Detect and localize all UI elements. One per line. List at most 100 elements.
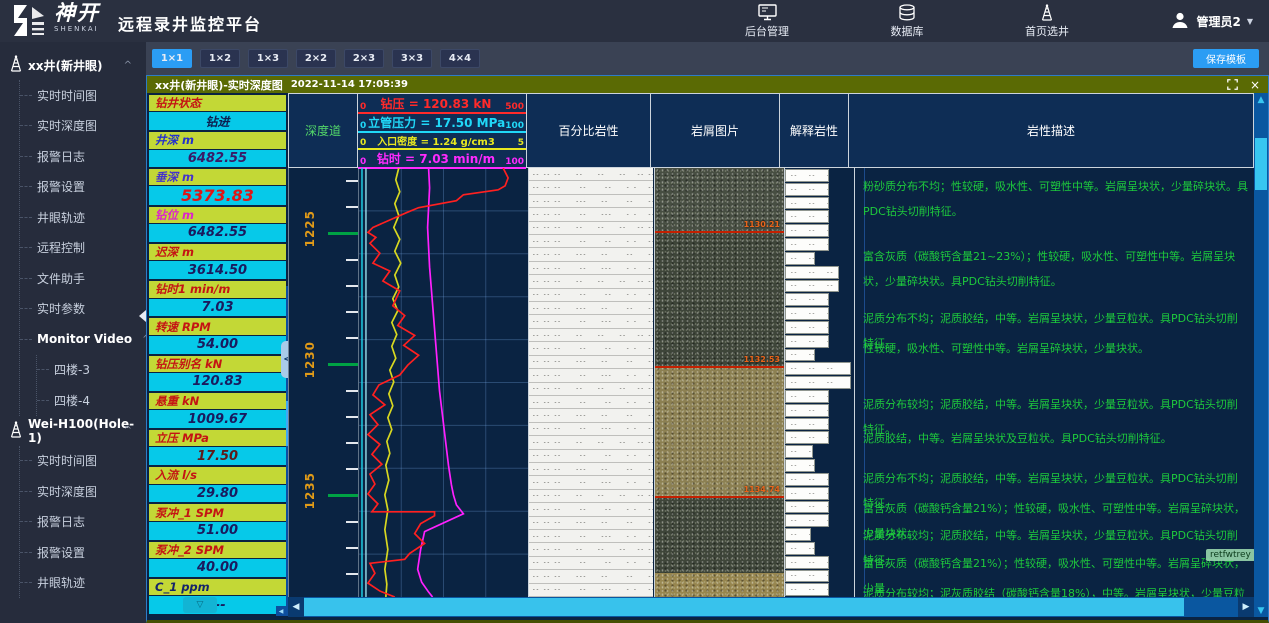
litho-description-11: 泥质分布较均；泥灰质胶结（碳酸钙含量18%），中等。岩屑呈块状，少量豆粒状。具P…	[863, 581, 1248, 597]
sidebar-item-四楼-3[interactable]: 四楼-3	[37, 355, 146, 386]
layout-button-2x2[interactable]: 2×2	[296, 49, 336, 68]
param-scroll-left-icon[interactable]: ◀	[276, 606, 286, 616]
litho-percent-row: -- -- -- -- --- - - -- -- --	[529, 530, 653, 543]
sidebar-item-报警设置[interactable]: 报警设置	[20, 172, 146, 203]
interp-litho-cell: -- -- --	[785, 210, 829, 223]
param-label: 钻井状态	[149, 95, 286, 111]
user-menu[interactable]: 管理员2▼	[1170, 10, 1253, 33]
vertical-scrollbar[interactable]: ▲ ▼	[1254, 93, 1268, 617]
layout-button-4x4[interactable]: 4×4	[440, 49, 480, 68]
litho-percent-row: -- -- -- -- --- - - -- -- --	[529, 369, 653, 382]
curve-scale-max: 100	[505, 121, 524, 131]
sidebar-item-label: 报警设置	[37, 178, 85, 195]
derrick-icon	[1039, 4, 1055, 21]
app: 神开 SHENKAI 远程录井监控平台 后台管理数据库首页选井管理员2▼ 保存模…	[0, 0, 1269, 623]
litho-percent-row: -- -- -- --- -- -- -- -- --	[529, 248, 653, 261]
interp-litho-cell: -- -- --	[785, 376, 851, 389]
litho-percent-row: -- -- -- --- -- -- -- -- --	[529, 302, 653, 315]
curve-track	[358, 168, 528, 597]
litho-percent-row: -- -- -- -- -- -- -- -- --	[529, 329, 653, 342]
scroll-left-icon[interactable]: ◀	[288, 597, 304, 617]
interp-litho-cell: -- -- --	[785, 390, 829, 403]
litho-percent-row: -- -- -- -- -- - - -- -- --	[529, 557, 653, 570]
interp-litho-row: -- -- --	[785, 528, 854, 541]
interp-litho-row: -- -- --	[785, 349, 854, 362]
sidebar-item-远程控制[interactable]: 远程控制	[20, 233, 146, 264]
scroll-right-icon[interactable]: ▶	[1238, 597, 1254, 617]
interp-litho-cell: -- -- --	[785, 459, 815, 472]
sidebar-item-实时深度图[interactable]: 实时深度图	[20, 111, 146, 142]
user-icon	[1170, 10, 1190, 33]
nav-item-1[interactable]: 后台管理	[745, 4, 789, 39]
sidebar-item-井眼轨迹[interactable]: 井眼轨迹	[20, 568, 146, 599]
litho-description-1: 粉砂质分布不均；性较硬，吸水性、可塑性中等。岩屑呈块状，少量碎块状。具PDC钻头…	[863, 174, 1248, 224]
sidebar-item-label: 报警设置	[37, 544, 85, 561]
well-tree-items: 实时时间图实时深度图报警日志报警设置井眼轨迹	[19, 446, 146, 599]
sidebar-item-label: 实时时间图	[37, 87, 97, 104]
sidebar-item-label: 实时深度图	[37, 117, 97, 134]
interp-litho-row: -- -- --	[785, 514, 854, 527]
layout-button-3x3[interactable]: 3×3	[392, 49, 432, 68]
litho-percent-row: -- -- -- -- -- -- -- -- --	[529, 490, 653, 503]
nav-item-3[interactable]: 首页选井	[1025, 4, 1069, 39]
sidebar-item-四楼-4[interactable]: 四楼-4	[37, 385, 146, 416]
interp-litho-cell: -- -- --	[785, 514, 829, 527]
depth-minor-tick	[346, 259, 358, 261]
depth-minor-tick	[346, 547, 358, 549]
sidebar-item-实时参数[interactable]: 实时参数	[20, 294, 146, 325]
depth-log-chart: 深度道 0钻压 = 120.83 kN5000立管压力 = 17.50 MPa1…	[288, 93, 1254, 617]
sidebar-well-2[interactable]: Wei-H100(Hole-1)^	[0, 416, 146, 446]
sidebar-item-实时深度图[interactable]: 实时深度图	[20, 476, 146, 507]
curve-plot	[359, 168, 528, 597]
sidebar-item-label: 井眼轨迹	[37, 209, 85, 226]
sidebar-well-1[interactable]: xx井(新井眼)^	[0, 50, 146, 80]
fullscreen-icon[interactable]	[1227, 79, 1238, 90]
sidebar-item-报警日志[interactable]: 报警日志	[20, 507, 146, 538]
param-value: ---▽	[149, 596, 286, 614]
interp-litho-row: -- -- --	[785, 238, 854, 251]
close-icon[interactable]: ×	[1250, 79, 1260, 91]
group-children: 四楼-3 四楼-4	[36, 355, 146, 416]
sidebar-item-label: 四楼-3	[54, 361, 90, 378]
well-tree-items: 实时时间图实时深度图报警日志报警设置井眼轨迹远程控制文件助手实时参数Monito…	[19, 80, 146, 416]
vertical-scrollbar-thumb[interactable]	[1255, 138, 1267, 190]
horizontal-scrollbar[interactable]: ◀ ▶	[288, 597, 1254, 617]
top-nav: 后台管理 数据库 首页选井 管理员2▼	[745, 4, 1253, 39]
sidebar-item-实时时间图[interactable]: 实时时间图	[20, 80, 146, 111]
horizontal-scrollbar-thumb[interactable]	[304, 598, 1184, 616]
sidebar-item-label: 远程控制	[37, 239, 85, 256]
sidebar-collapse-arrow-icon[interactable]	[139, 310, 146, 322]
sidebar-item-label: 实时深度图	[37, 483, 97, 500]
layout-button-2x3[interactable]: 2×3	[344, 49, 384, 68]
sidebar-item-Monitor Video[interactable]: Monitor Video^	[20, 324, 146, 355]
cuttings-photo-section	[655, 366, 784, 496]
interp-litho-row: -- -- --	[785, 459, 854, 472]
layout-button-1x2[interactable]: 1×2	[200, 49, 240, 68]
scroll-up-icon[interactable]: ▲	[1254, 93, 1268, 106]
sidebar-item-实时时间图[interactable]: 实时时间图	[20, 446, 146, 477]
save-template-button[interactable]: 保存模板	[1193, 49, 1259, 68]
sidebar-item-报警日志[interactable]: 报警日志	[20, 141, 146, 172]
depth-label: 1225	[303, 210, 317, 247]
layout-button-1x3[interactable]: 1×3	[248, 49, 288, 68]
sidebar-item-label: 报警日志	[37, 513, 85, 530]
litho-description-column: 粉砂质分布不均；性较硬，吸水性、可塑性中等。岩屑呈块状，少量碎块状。具PDC钻头…	[854, 168, 1254, 597]
scroll-down-icon[interactable]: ▼	[1254, 604, 1268, 617]
param-label: 井深 m	[149, 132, 286, 148]
nav-item-2[interactable]: 数据库	[890, 4, 923, 39]
param-value: 29.80	[149, 485, 286, 503]
litho-description-4: 性较硬，吸水性、可塑性中等。岩屑呈碎块状，少量块状。	[863, 336, 1248, 361]
param-2: 井深 m6482.55	[149, 132, 286, 167]
litho-percent-row: -- -- -- -- --- - - -- -- --	[529, 584, 653, 597]
sidebar-item-井眼轨迹[interactable]: 井眼轨迹	[20, 202, 146, 233]
param-label: 泵冲_2 SPM	[149, 542, 286, 558]
layout-button-1x1[interactable]: 1×1	[152, 49, 192, 68]
depth-minor-tick	[346, 573, 358, 575]
param-value: 1009.67	[149, 410, 286, 428]
sidebar-item-报警设置[interactable]: 报警设置	[20, 537, 146, 568]
curve-scale-min: 0	[360, 102, 374, 112]
litho-percent-row: -- -- -- -- -- -- -- -- --	[529, 383, 653, 396]
depth-log-window: xx井(新井眼)-实时深度图 2022-11-14 17:05:39 × 钻井状…	[146, 75, 1269, 623]
sidebar-item-文件助手[interactable]: 文件助手	[20, 263, 146, 294]
param-dropdown-chevron-icon[interactable]: ▽	[183, 597, 217, 613]
